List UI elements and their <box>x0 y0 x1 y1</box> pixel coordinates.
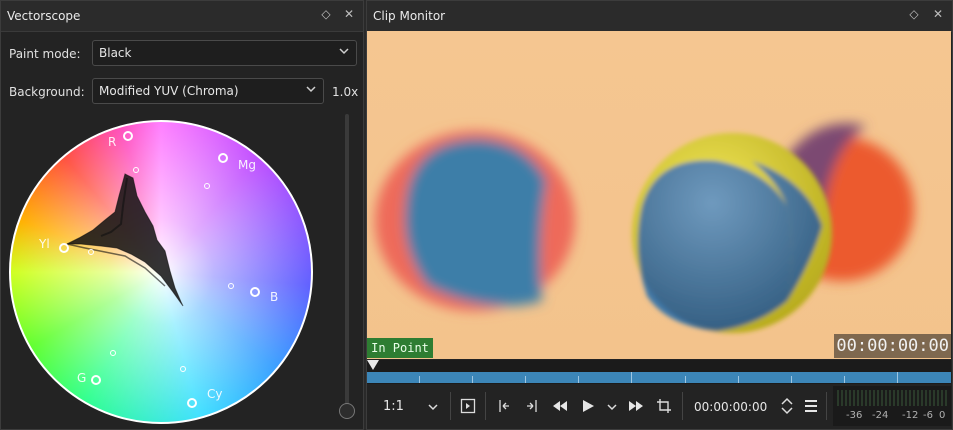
label-yl: Yl <box>38 237 50 251</box>
gain-value: 1.0x <box>332 85 359 99</box>
audio-scale-label: -36 <box>846 410 863 421</box>
timecode-spin-icon[interactable] <box>780 396 794 416</box>
vectorscope-title: Vectorscope <box>7 9 81 23</box>
clip-monitor-title: Clip Monitor <box>373 9 446 23</box>
chevron-down-icon <box>339 48 349 55</box>
in-point-badge: In Point <box>367 338 433 358</box>
ruler-zone[interactable] <box>367 372 951 383</box>
ruler-tick <box>844 376 845 383</box>
playhead-marker[interactable] <box>367 360 379 370</box>
close-icon[interactable]: ✕ <box>342 7 356 21</box>
vectorscope-wheel: R Mg Yl B G Cy <box>9 120 313 424</box>
paint-mode-value: Black <box>99 46 132 60</box>
ruler-tick <box>578 376 579 383</box>
ball-middle <box>632 133 832 333</box>
ruler-tick <box>472 376 473 383</box>
label-mg: Mg <box>238 158 256 172</box>
crop-icon[interactable] <box>656 398 672 414</box>
video-frame[interactable] <box>367 31 951 359</box>
clip-monitor-titlebar: Clip Monitor ◇ ✕ <box>367 1 952 32</box>
vectorscope-titlebar: Vectorscope ◇ ✕ <box>1 1 363 32</box>
label-g: G <box>77 371 86 385</box>
ruler-tick <box>419 376 420 383</box>
gain-slider-track[interactable] <box>345 114 349 404</box>
ruler-tick <box>525 376 526 383</box>
ruler-tick <box>738 376 739 383</box>
label-b: B <box>270 290 278 304</box>
toolbar-separator <box>450 392 451 420</box>
toolbar-separator <box>682 392 683 420</box>
chevron-down-icon <box>306 86 316 93</box>
play-icon[interactable] <box>580 398 596 414</box>
toolbar-separator <box>485 392 486 420</box>
vectorscope-panel: Vectorscope ◇ ✕ Paint mode: Black Backgr… <box>0 0 364 430</box>
rewind-icon[interactable] <box>552 398 568 414</box>
set-zone-in-icon[interactable] <box>496 398 512 414</box>
gain-slider-handle[interactable] <box>339 403 355 419</box>
background-label: Background: <box>9 85 85 99</box>
audio-scale-label: -6 <box>923 410 933 421</box>
ruler-tick <box>791 376 792 383</box>
audio-level-meter: -36 -24 -12 -6 0 <box>833 386 951 426</box>
background-value: Modified YUV (Chroma) <box>99 84 239 98</box>
ball-left <box>375 131 575 311</box>
ruler-tick <box>685 376 686 383</box>
set-zone-out-icon[interactable] <box>524 398 540 414</box>
timecode-overlay: 00:00:00:00 <box>834 334 951 358</box>
chevron-down-icon[interactable] <box>427 401 439 413</box>
timecode-field[interactable]: 00:00:00:00 <box>694 400 767 414</box>
audio-scale-label: -24 <box>872 410 889 421</box>
fast-forward-icon[interactable] <box>628 398 644 414</box>
float-diamond-icon[interactable]: ◇ <box>907 7 921 21</box>
background-select[interactable]: Modified YUV (Chroma) <box>92 78 324 104</box>
audio-scale-label: -12 <box>902 410 919 421</box>
zoom-value[interactable]: 1:1 <box>383 399 404 414</box>
float-diamond-icon[interactable]: ◇ <box>319 7 333 21</box>
fit-frame-icon[interactable] <box>460 398 476 414</box>
audio-scale-label: 0 <box>939 410 946 421</box>
paint-mode-label: Paint mode: <box>9 47 81 61</box>
audio-meter-bars <box>837 390 947 406</box>
toolbar-separator <box>826 392 827 420</box>
hamburger-menu-icon[interactable] <box>803 399 819 413</box>
paint-mode-select[interactable]: Black <box>92 40 357 66</box>
monitor-ruler[interactable] <box>367 360 951 384</box>
chevron-down-icon[interactable] <box>606 401 618 413</box>
label-cy: Cy <box>207 387 222 401</box>
label-r: R <box>108 135 116 149</box>
ruler-tick <box>631 372 632 383</box>
close-icon[interactable]: ✕ <box>931 7 945 21</box>
ruler-tick <box>897 372 898 383</box>
